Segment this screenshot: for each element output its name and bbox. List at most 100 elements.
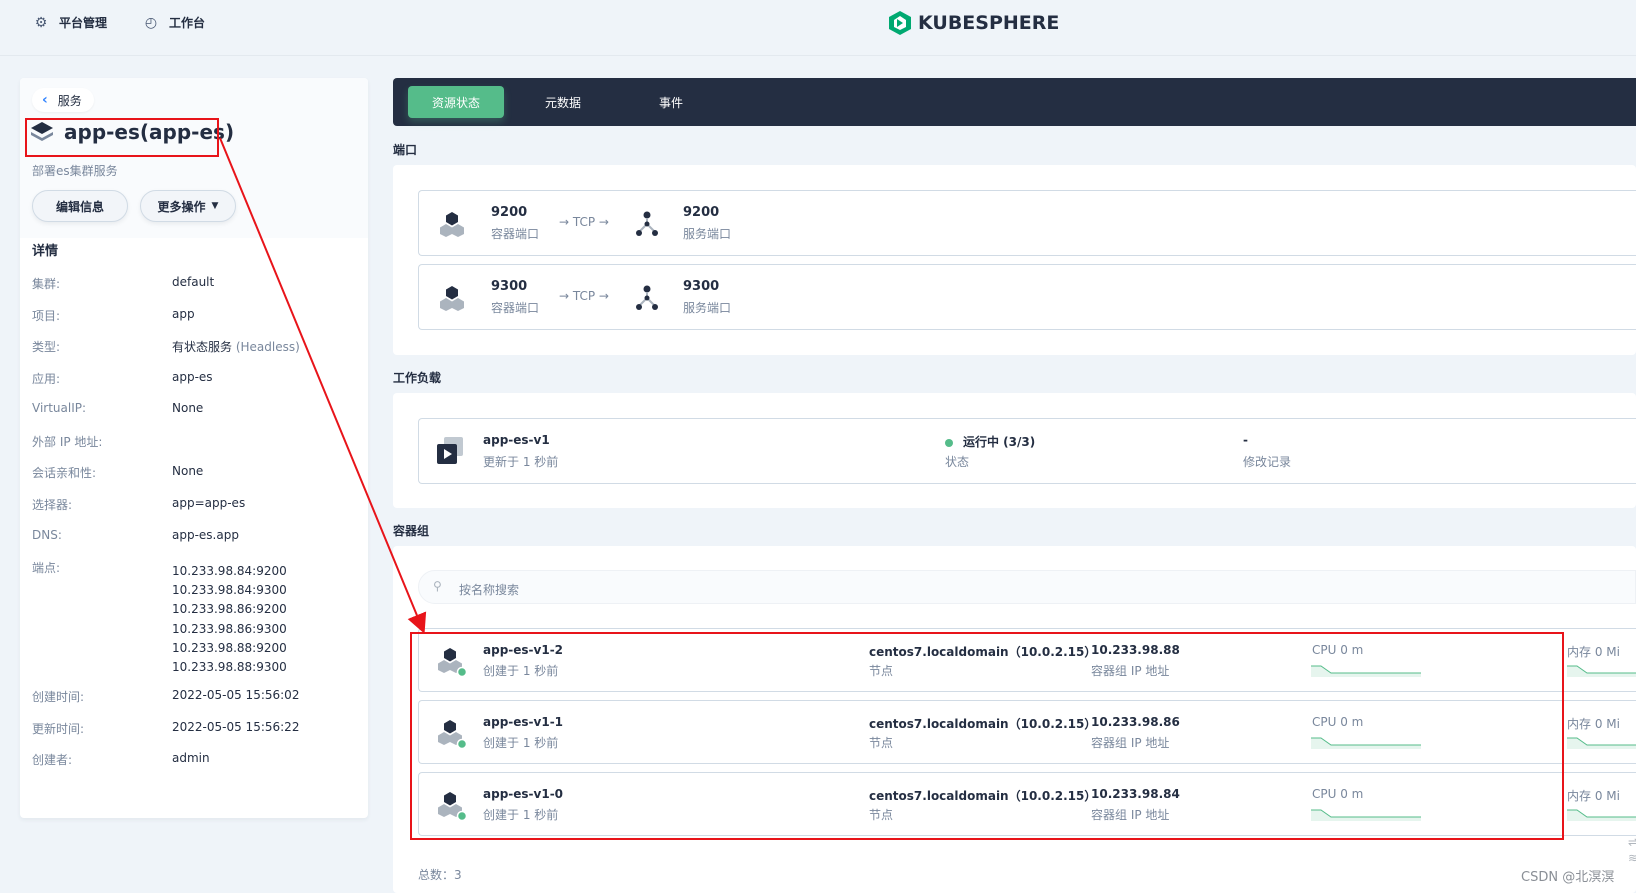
workload-status-text: 运行中 (3/3): [963, 435, 1036, 449]
service-port-label: 服务端口: [683, 227, 732, 241]
service-port-icon: [636, 285, 658, 310]
tab-events[interactable]: 事件: [631, 86, 711, 118]
endpoint-item: 10.233.98.86:9300: [172, 621, 287, 636]
container-port-label: 容器端口: [491, 227, 540, 241]
detail-row-selector: 选择器: app=app-es: [32, 496, 245, 513]
pods-total: 总数：3: [418, 868, 462, 882]
endpoint-item: 10.233.98.86:9200: [172, 602, 287, 617]
nav-platform-label: 平台管理: [59, 16, 108, 30]
detail-row-created-time: 创建时间: 2022-05-05 15:56:02: [32, 688, 299, 705]
type-sub: (Headless): [235, 340, 300, 354]
annotation-box-pods: [410, 632, 1564, 840]
protocol-label: → TCP →: [559, 289, 609, 303]
detail-value[interactable]: app: [172, 307, 195, 324]
nav-platform-management[interactable]: ⚙ 平台管理: [33, 14, 107, 31]
detail-value: default: [172, 275, 215, 289]
workload-icon: [437, 437, 463, 464]
pod-search-input[interactable]: ⚲ 按名称搜索: [418, 570, 1636, 604]
workload-revision-label: 修改记录: [1243, 455, 1292, 469]
detail-key: VirtualIP:: [32, 401, 87, 415]
container-icon: [440, 286, 464, 311]
detail-row-type: 类型: 有状态服务 (Headless): [32, 338, 300, 355]
container-port-label: 容器端口: [491, 301, 540, 315]
service-header: ‹ 服务 app-es(app-es) 部署es集群服务 编辑信息 更多操作 ▼: [20, 78, 368, 238]
detail-value[interactable]: app-es: [172, 370, 213, 387]
workload-name[interactable]: app-es-v1: [483, 433, 550, 447]
tab-resource-status[interactable]: 资源状态: [408, 86, 504, 118]
search-placeholder: 按名称搜索: [459, 583, 520, 597]
nav-workbench[interactable]: ◴ 工作台: [143, 14, 205, 31]
kubesphere-logo[interactable]: KUBESPHERE: [888, 10, 1059, 36]
detail-tabs: 资源状态 元数据 事件: [393, 78, 1636, 126]
workload-section-title: 工作负载: [393, 371, 442, 385]
kubesphere-logo-icon: [889, 11, 911, 35]
container-port: 9300: [491, 279, 528, 294]
edge-decoration: ⇌ ≋: [1628, 835, 1636, 865]
detail-row-dns: DNS: app-es.app: [32, 528, 239, 542]
detail-value: None: [172, 401, 204, 415]
edit-info-label: 编辑信息: [55, 199, 104, 214]
logo-text: KUBESPHERE: [918, 12, 1060, 34]
detail-key: 集群:: [32, 277, 61, 291]
more-actions-button[interactable]: 更多操作 ▼: [140, 190, 236, 222]
memory-sparkline: [1567, 737, 1636, 749]
detail-key: DNS:: [32, 528, 62, 542]
memory-sparkline: [1567, 665, 1636, 677]
workload-status-label: 状态: [945, 455, 970, 469]
type-value: 有状态服务: [172, 340, 233, 354]
detail-value: app-es.app: [172, 528, 239, 542]
detail-row-virtualip: VirtualIP: None: [32, 401, 203, 415]
detail-key: 创建者:: [32, 753, 73, 767]
endpoint-item: 10.233.98.88:9200: [172, 640, 287, 655]
detail-key: 外部 IP 地址:: [32, 435, 103, 449]
detail-value: app=app-es: [172, 496, 246, 510]
workload-status: 运行中 (3/3): [945, 433, 1035, 450]
service-detail-panel: ‹ 服务 app-es(app-es) 部署es集群服务 编辑信息 更多操作 ▼…: [20, 78, 368, 818]
watermark: CSDN @北溟溟: [1521, 870, 1615, 885]
port-row: 9300 容器端口 → TCP → 9300 服务端口: [418, 264, 1636, 330]
detail-row-session-affinity: 会话亲和性: None: [32, 464, 203, 481]
back-label: 服务: [57, 93, 82, 108]
pod-memory: 内存 0 Mi: [1567, 789, 1620, 803]
detail-value: 2022-05-05 15:56:22: [172, 720, 300, 734]
endpoint-item: 10.233.98.84:9300: [172, 583, 287, 598]
back-to-services-button[interactable]: ‹ 服务: [32, 88, 94, 112]
detail-row-project: 项目: app: [32, 307, 195, 324]
search-icon: ⚲: [433, 579, 442, 593]
status-running-dot: [945, 438, 953, 447]
workload-revision: -: [1243, 433, 1248, 447]
workload-row[interactable]: app-es-v1 更新于 1 秒前 运行中 (3/3) 状态 - 修改记录: [418, 418, 1636, 484]
workload-updated: 更新于 1 秒前: [483, 455, 559, 469]
detail-row-updated-time: 更新时间: 2022-05-05 15:56:22: [32, 720, 299, 737]
detail-row-external-ip: 外部 IP 地址:: [32, 433, 172, 450]
detail-key: 选择器:: [32, 498, 73, 512]
gear-icon: ⚙: [34, 14, 48, 31]
service-port-label: 服务端口: [683, 301, 732, 315]
more-actions-label: 更多操作: [157, 199, 206, 214]
ports-section-title: 端口: [393, 143, 418, 157]
detail-value: 2022-05-05 15:56:02: [172, 688, 300, 702]
pod-memory: 内存 0 Mi: [1567, 717, 1620, 731]
detail-row-cluster: 集群: default: [32, 275, 214, 292]
detail-value: None: [172, 464, 204, 478]
dashboard-icon: ◴: [144, 14, 158, 31]
detail-row-app: 应用: app-es: [32, 370, 213, 387]
port-row: 9200 容器端口 → TCP → 9200 服务端口: [418, 190, 1636, 256]
detail-key: 项目:: [32, 309, 61, 323]
chevron-left-icon: ‹: [42, 92, 48, 108]
detail-key: 会话亲和性:: [32, 466, 97, 480]
tab-metadata[interactable]: 元数据: [523, 86, 603, 118]
top-bar: ⚙ 平台管理 ◴ 工作台 KUBESPHERE: [0, 0, 1636, 56]
container-port: 9200: [491, 205, 528, 220]
detail-key: 类型:: [32, 340, 61, 354]
detail-row-endpoints: 端点:: [32, 559, 172, 576]
details-title: 详情: [32, 244, 59, 259]
pods-section-title: 容器组: [393, 524, 430, 538]
service-port-icon: [636, 211, 658, 236]
caret-down-icon: ▼: [211, 201, 219, 211]
detail-key: 应用:: [32, 372, 61, 386]
nav-workbench-label: 工作台: [169, 16, 206, 30]
edit-info-button[interactable]: 编辑信息: [32, 190, 128, 222]
detail-value: admin: [172, 751, 210, 765]
endpoints-list: 10.233.98.84:9200 10.233.98.84:9300 10.2…: [172, 562, 287, 677]
